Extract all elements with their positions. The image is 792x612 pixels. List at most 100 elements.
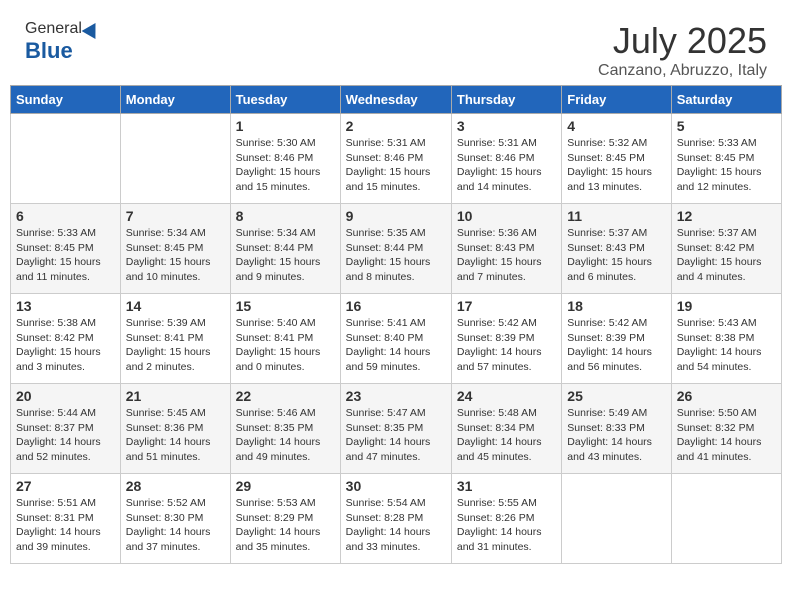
- day-info: Sunrise: 5:55 AM Sunset: 8:26 PM Dayligh…: [457, 496, 556, 555]
- page-subtitle: Canzano, Abruzzo, Italy: [598, 62, 767, 80]
- calendar-cell: 31 Sunrise: 5:55 AM Sunset: 8:26 PM Dayli…: [451, 474, 561, 564]
- day-info: Sunrise: 5:37 AM Sunset: 8:43 PM Dayligh…: [567, 226, 665, 285]
- day-number: 6: [16, 208, 115, 224]
- calendar-cell: 1 Sunrise: 5:30 AM Sunset: 8:46 PM Daylig…: [230, 114, 340, 204]
- calendar-cell: 29Sunrise: 5:53 AM Sunset: 8:29 PM Dayli…: [230, 474, 340, 564]
- calendar-cell: 21Sunrise: 5:45 AM Sunset: 8:36 PM Dayli…: [120, 384, 230, 474]
- calendar-cell: 30 Sunrise: 5:54 AM Sunset: 8:28 PM Dayli…: [340, 474, 451, 564]
- day-info: Sunrise: 5:43 AM Sunset: 8:38 PM Dayligh…: [677, 316, 776, 375]
- day-info: Sunrise: 5:31 AM Sunset: 8:46 PM Dayligh…: [346, 136, 446, 195]
- logo-icon: [81, 19, 102, 39]
- week-row: 20 Sunrise: 5:44 AM Sunset: 8:37 PM Dayli…: [11, 384, 782, 474]
- day-number: 17: [457, 298, 556, 314]
- calendar-cell: 28 Sunrise: 5:52 AM Sunset: 8:30 PM Dayli…: [120, 474, 230, 564]
- day-number: 26: [677, 388, 776, 404]
- calendar-cell: 17Sunrise: 5:42 AM Sunset: 8:39 PM Dayli…: [451, 294, 561, 384]
- day-info: Sunrise: 5:40 AM Sunset: 8:41 PM Dayligh…: [236, 316, 335, 375]
- day-number: 5: [677, 118, 776, 134]
- day-number: 8: [236, 208, 335, 224]
- calendar-cell: 10Sunrise: 5:36 AM Sunset: 8:43 PM Dayli…: [451, 204, 561, 294]
- calendar-cell: [671, 474, 781, 564]
- calendar-cell: 5 Sunrise: 5:33 AM Sunset: 8:45 PM Daylig…: [671, 114, 781, 204]
- header-monday: Monday: [120, 86, 230, 114]
- calendar-cell: 26 Sunrise: 5:50 AM Sunset: 8:32 PM Dayli…: [671, 384, 781, 474]
- header-sunday: Sunday: [11, 86, 121, 114]
- calendar-cell: 6 Sunrise: 5:33 AM Sunset: 8:45 PM Daylig…: [11, 204, 121, 294]
- day-info: Sunrise: 5:33 AM Sunset: 8:45 PM Dayligh…: [677, 136, 776, 195]
- header-wednesday: Wednesday: [340, 86, 451, 114]
- day-number: 31: [457, 478, 556, 494]
- day-number: 16: [346, 298, 446, 314]
- page-title: July 2025: [598, 20, 767, 62]
- calendar-cell: 18Sunrise: 5:42 AM Sunset: 8:39 PM Dayli…: [562, 294, 671, 384]
- day-number: 30: [346, 478, 446, 494]
- day-number: 21: [126, 388, 225, 404]
- week-row: 13Sunrise: 5:38 AM Sunset: 8:42 PM Dayli…: [11, 294, 782, 384]
- day-info: Sunrise: 5:32 AM Sunset: 8:45 PM Dayligh…: [567, 136, 665, 195]
- calendar-cell: 22Sunrise: 5:46 AM Sunset: 8:35 PM Dayli…: [230, 384, 340, 474]
- day-info: Sunrise: 5:52 AM Sunset: 8:30 PM Dayligh…: [126, 496, 225, 555]
- calendar-cell: [11, 114, 121, 204]
- day-number: 14: [126, 298, 225, 314]
- day-number: 24: [457, 388, 556, 404]
- day-info: Sunrise: 5:39 AM Sunset: 8:41 PM Dayligh…: [126, 316, 225, 375]
- day-number: 18: [567, 298, 665, 314]
- day-number: 23: [346, 388, 446, 404]
- day-number: 1: [236, 118, 335, 134]
- calendar-table: SundayMondayTuesdayWednesdayThursdayFrid…: [10, 85, 782, 564]
- day-number: 2: [346, 118, 446, 134]
- week-row: 27 Sunrise: 5:51 AM Sunset: 8:31 PM Dayli…: [11, 474, 782, 564]
- week-row: 6 Sunrise: 5:33 AM Sunset: 8:45 PM Daylig…: [11, 204, 782, 294]
- calendar-cell: 15 Sunrise: 5:40 AM Sunset: 8:41 PM Dayli…: [230, 294, 340, 384]
- day-number: 27: [16, 478, 115, 494]
- day-info: Sunrise: 5:50 AM Sunset: 8:32 PM Dayligh…: [677, 406, 776, 465]
- day-info: Sunrise: 5:34 AM Sunset: 8:45 PM Dayligh…: [126, 226, 225, 285]
- calendar-cell: 4 Sunrise: 5:32 AM Sunset: 8:45 PM Daylig…: [562, 114, 671, 204]
- day-info: Sunrise: 5:48 AM Sunset: 8:34 PM Dayligh…: [457, 406, 556, 465]
- day-number: 7: [126, 208, 225, 224]
- day-info: Sunrise: 5:36 AM Sunset: 8:43 PM Dayligh…: [457, 226, 556, 285]
- day-info: Sunrise: 5:51 AM Sunset: 8:31 PM Dayligh…: [16, 496, 115, 555]
- calendar-cell: 24 Sunrise: 5:48 AM Sunset: 8:34 PM Dayli…: [451, 384, 561, 474]
- day-number: 25: [567, 388, 665, 404]
- day-number: 4: [567, 118, 665, 134]
- day-number: 12: [677, 208, 776, 224]
- day-info: Sunrise: 5:38 AM Sunset: 8:42 PM Dayligh…: [16, 316, 115, 375]
- day-number: 15: [236, 298, 335, 314]
- calendar-cell: [120, 114, 230, 204]
- day-number: 3: [457, 118, 556, 134]
- day-info: Sunrise: 5:46 AM Sunset: 8:35 PM Dayligh…: [236, 406, 335, 465]
- calendar-cell: 8 Sunrise: 5:34 AM Sunset: 8:44 PM Daylig…: [230, 204, 340, 294]
- calendar-cell: 19 Sunrise: 5:43 AM Sunset: 8:38 PM Dayli…: [671, 294, 781, 384]
- calendar-cell: 9Sunrise: 5:35 AM Sunset: 8:44 PM Daylig…: [340, 204, 451, 294]
- calendar-cell: 14 Sunrise: 5:39 AM Sunset: 8:41 PM Dayli…: [120, 294, 230, 384]
- day-number: 28: [126, 478, 225, 494]
- calendar-header-row: SundayMondayTuesdayWednesdayThursdayFrid…: [11, 86, 782, 114]
- calendar-cell: 16 Sunrise: 5:41 AM Sunset: 8:40 PM Dayli…: [340, 294, 451, 384]
- header-tuesday: Tuesday: [230, 86, 340, 114]
- header-thursday: Thursday: [451, 86, 561, 114]
- title-block: July 2025 Canzano, Abruzzo, Italy: [598, 20, 767, 80]
- calendar-cell: 13Sunrise: 5:38 AM Sunset: 8:42 PM Dayli…: [11, 294, 121, 384]
- calendar-cell: 25Sunrise: 5:49 AM Sunset: 8:33 PM Dayli…: [562, 384, 671, 474]
- week-row: 1 Sunrise: 5:30 AM Sunset: 8:46 PM Daylig…: [11, 114, 782, 204]
- day-info: Sunrise: 5:33 AM Sunset: 8:45 PM Dayligh…: [16, 226, 115, 285]
- day-number: 19: [677, 298, 776, 314]
- day-info: Sunrise: 5:41 AM Sunset: 8:40 PM Dayligh…: [346, 316, 446, 375]
- header-saturday: Saturday: [671, 86, 781, 114]
- calendar-cell: 11 Sunrise: 5:37 AM Sunset: 8:43 PM Dayli…: [562, 204, 671, 294]
- calendar-cell: 20 Sunrise: 5:44 AM Sunset: 8:37 PM Dayli…: [11, 384, 121, 474]
- logo-blue-text: Blue: [25, 38, 73, 64]
- calendar-cell: 27 Sunrise: 5:51 AM Sunset: 8:31 PM Dayli…: [11, 474, 121, 564]
- day-number: 29: [236, 478, 335, 494]
- day-info: Sunrise: 5:30 AM Sunset: 8:46 PM Dayligh…: [236, 136, 335, 195]
- calendar-cell: 3Sunrise: 5:31 AM Sunset: 8:46 PM Daylig…: [451, 114, 561, 204]
- calendar-cell: [562, 474, 671, 564]
- day-info: Sunrise: 5:37 AM Sunset: 8:42 PM Dayligh…: [677, 226, 776, 285]
- day-info: Sunrise: 5:35 AM Sunset: 8:44 PM Dayligh…: [346, 226, 446, 285]
- day-info: Sunrise: 5:54 AM Sunset: 8:28 PM Dayligh…: [346, 496, 446, 555]
- day-info: Sunrise: 5:34 AM Sunset: 8:44 PM Dayligh…: [236, 226, 335, 285]
- day-number: 20: [16, 388, 115, 404]
- day-info: Sunrise: 5:44 AM Sunset: 8:37 PM Dayligh…: [16, 406, 115, 465]
- day-number: 11: [567, 208, 665, 224]
